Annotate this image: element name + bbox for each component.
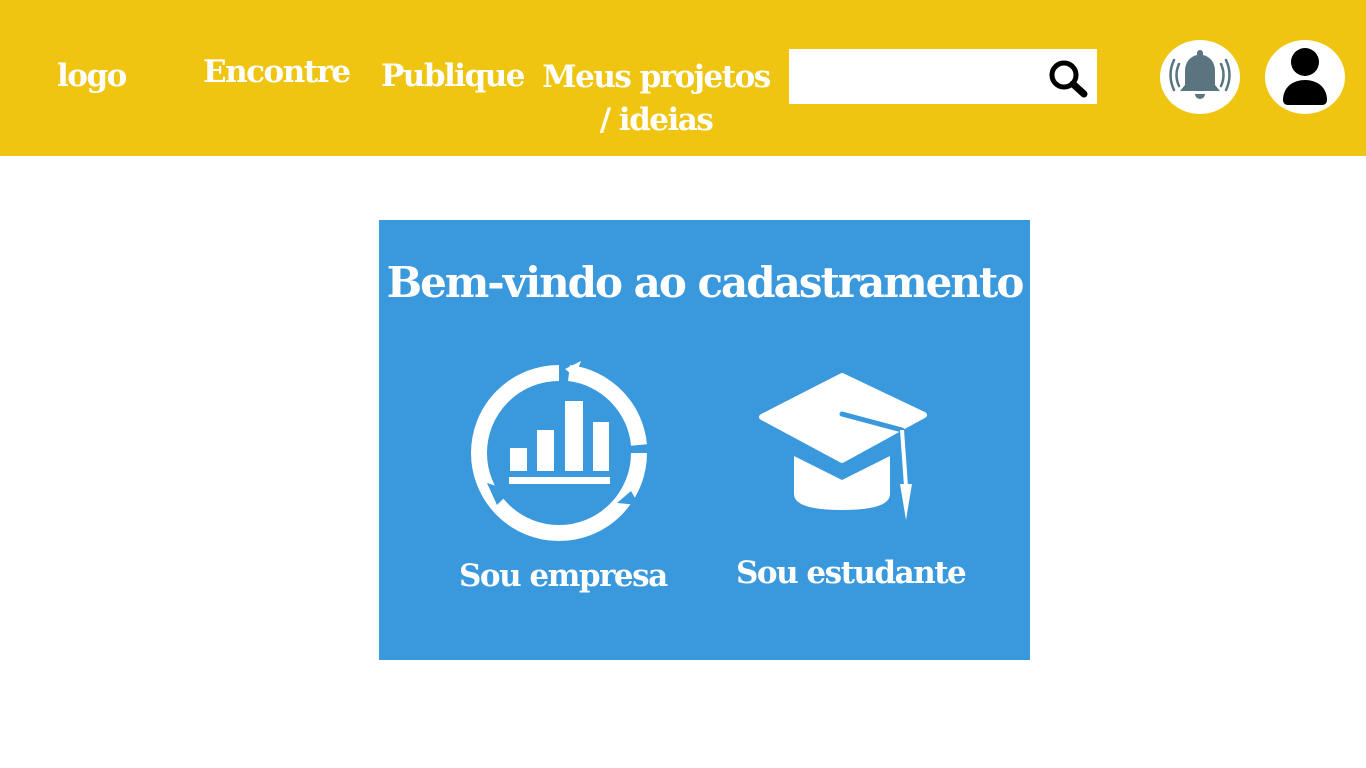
nav-encontre[interactable]: Encontre (203, 57, 351, 88)
profile-button[interactable] (1265, 40, 1345, 114)
signup-card: Bem-vindo ao cadastramento Sou empresa S… (379, 220, 1030, 660)
user-icon (1277, 44, 1333, 110)
notifications-button[interactable] (1160, 40, 1240, 114)
sou-estudante-label: Sou estudante (736, 555, 967, 591)
option-sou-estudante[interactable]: Sou estudante (724, 370, 967, 600)
sou-empresa-label: Sou empresa (459, 558, 668, 594)
top-navigation-bar: logo Encontre Publique Meus projetos / i… (0, 0, 1366, 156)
logo[interactable]: logo (57, 61, 127, 92)
search-icon[interactable] (1044, 56, 1092, 100)
signup-title: Bem-vindo ao cadastramento (386, 258, 1025, 307)
bell-ringing-icon (1167, 42, 1233, 112)
option-sou-empresa[interactable]: Sou empresa (449, 355, 669, 605)
nav-publique[interactable]: Publique (381, 61, 526, 92)
nav-meus-projetos[interactable]: Meus projetos / ideias (542, 56, 771, 142)
